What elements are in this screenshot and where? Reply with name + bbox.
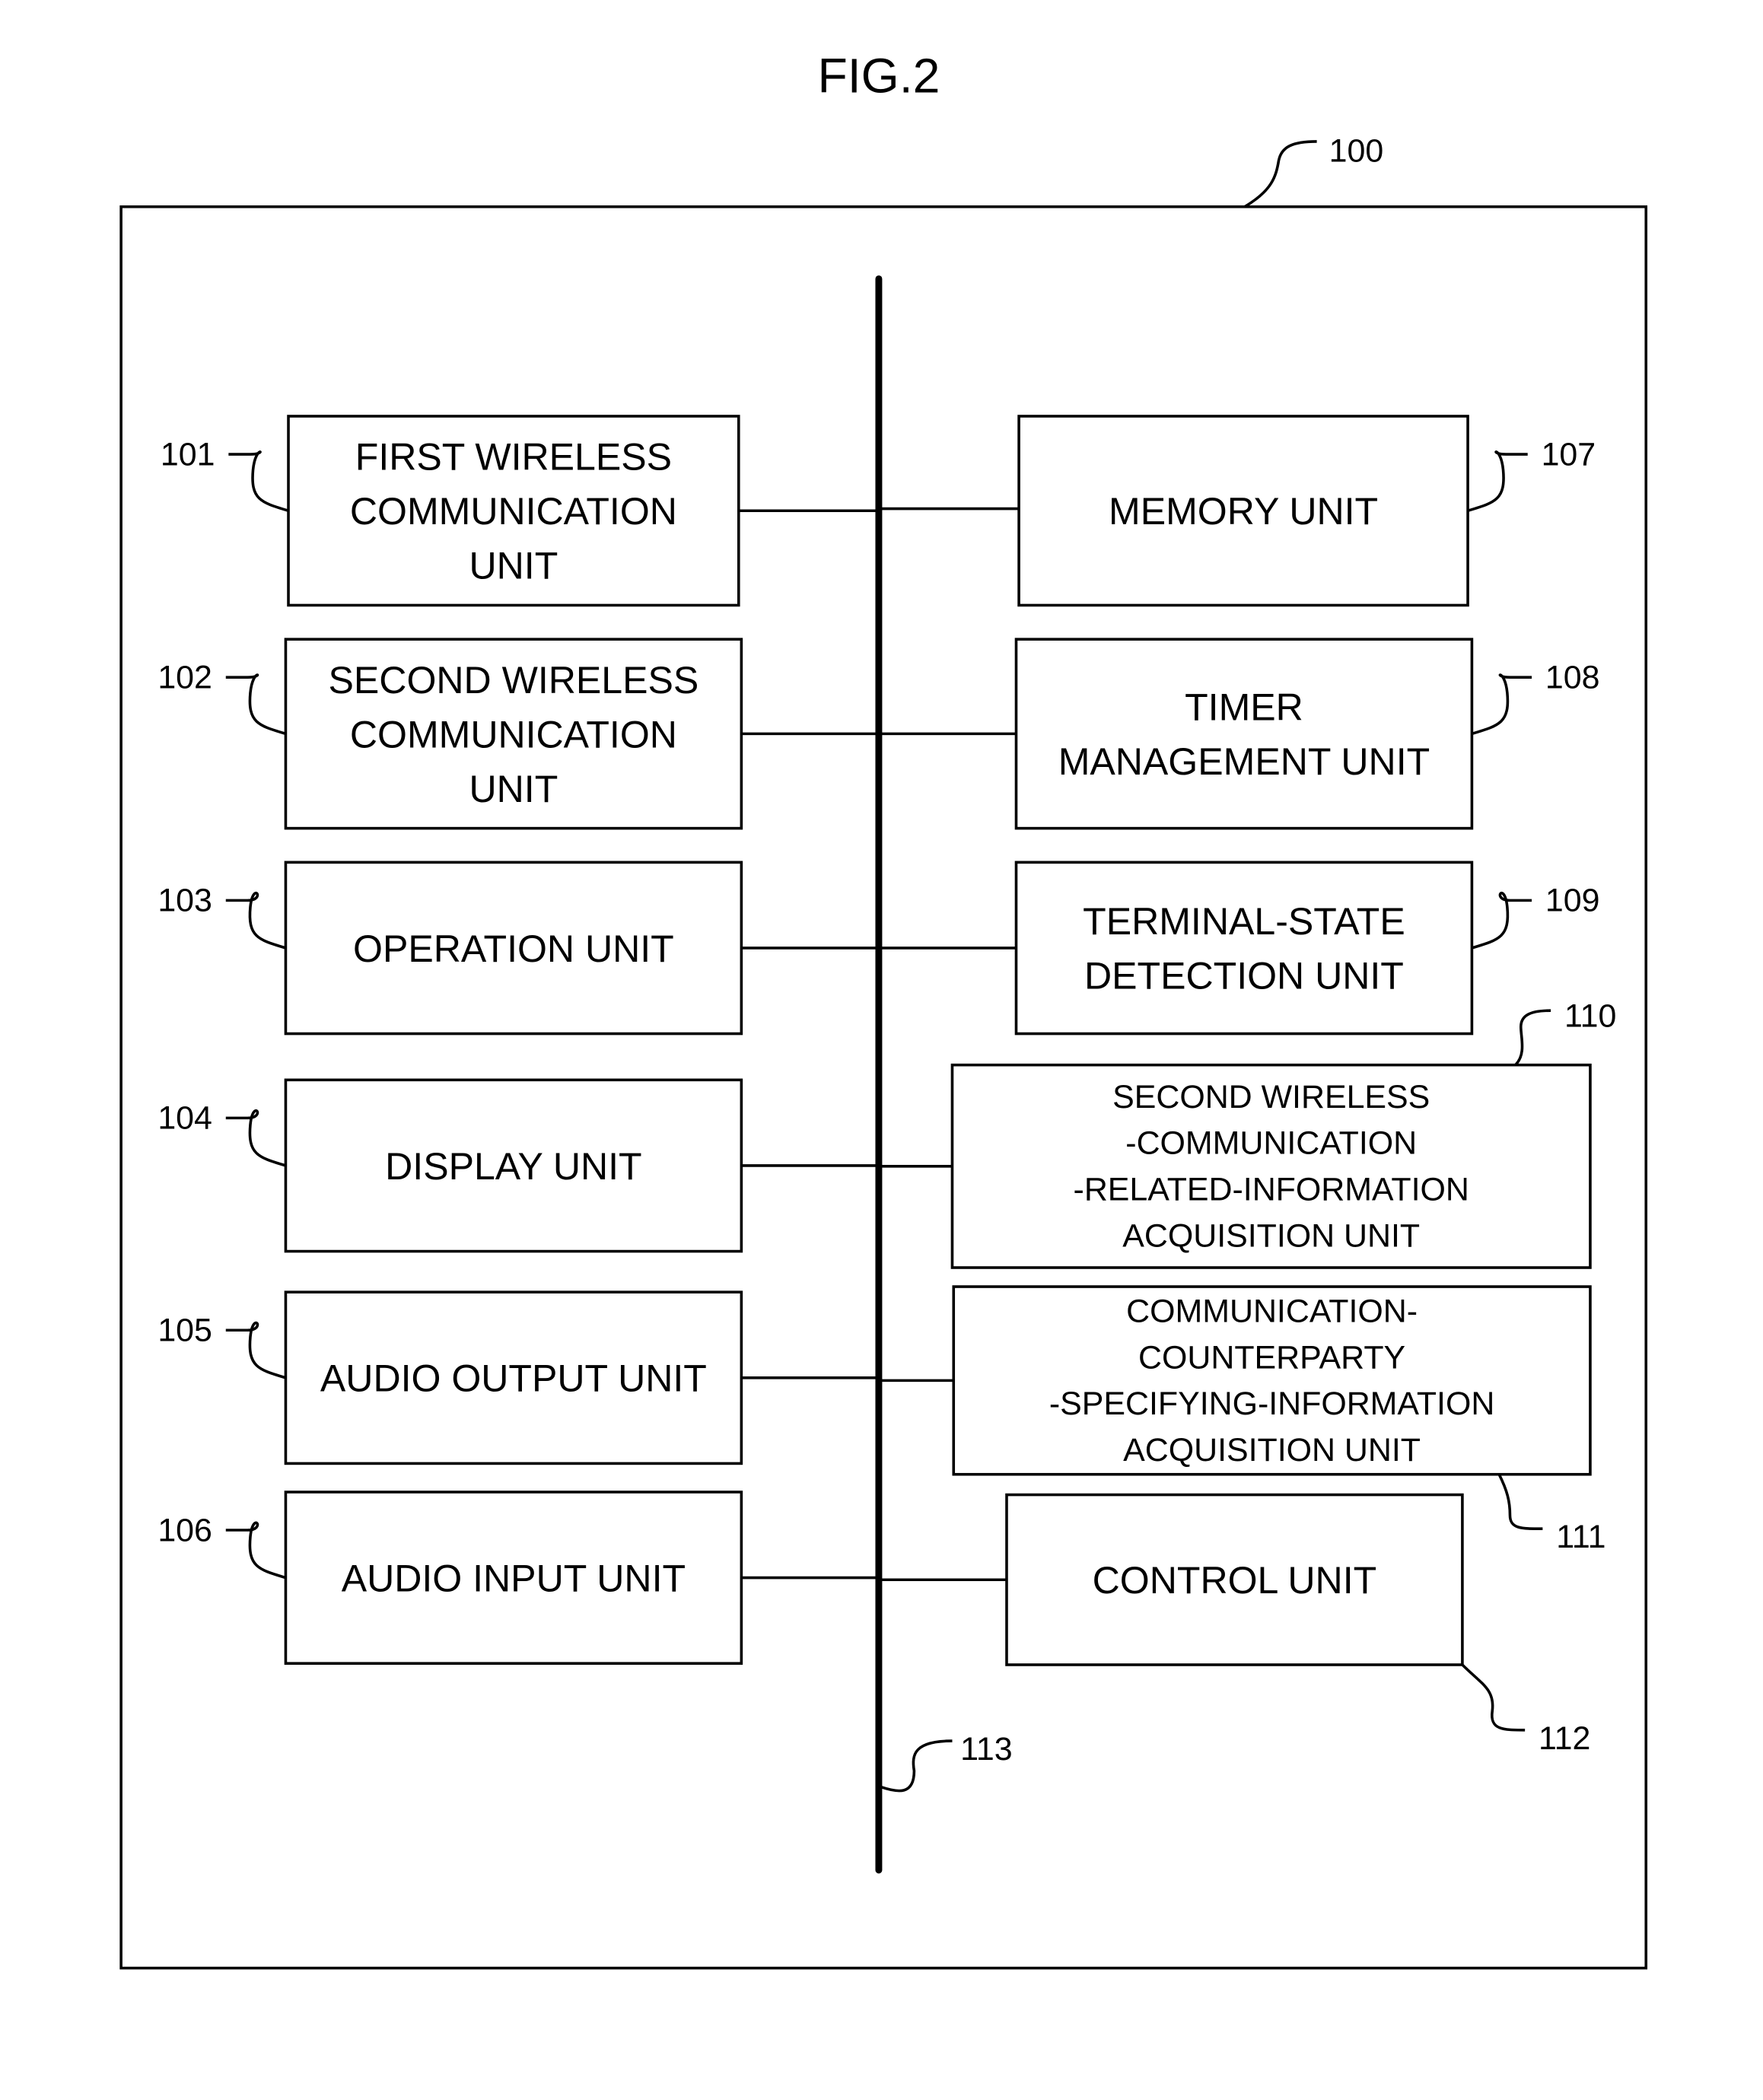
unit-label-line: SECOND WIRELESS xyxy=(1112,1079,1430,1115)
ref-label: 106 xyxy=(158,1512,212,1548)
ref-label: 101 xyxy=(161,436,215,473)
unit-label-line: DISPLAY UNIT xyxy=(385,1145,641,1188)
unit-label-line: UNIT xyxy=(469,768,558,810)
unit-label-line: -COMMUNICATION xyxy=(1125,1125,1417,1162)
unit-label-line: CONTROL UNIT xyxy=(1093,1559,1377,1602)
unit-box xyxy=(1014,861,1474,1036)
ref-label: 108 xyxy=(1545,660,1600,696)
unit-label-line: UNIT xyxy=(469,545,558,587)
device-ref-label: 100 xyxy=(1329,133,1384,170)
ref-label: 102 xyxy=(158,660,212,696)
ref-label: 110 xyxy=(1564,998,1616,1035)
unit-label-line: ACQUISITION UNIT xyxy=(1123,1432,1421,1468)
unit-label-line: AUDIO OUTPUT UNIT xyxy=(320,1357,707,1400)
ref-label: 104 xyxy=(158,1100,212,1137)
unit-label-line: AUDIO INPUT UNIT xyxy=(342,1557,686,1599)
ref-label: 109 xyxy=(1545,883,1600,919)
ref-label: 112 xyxy=(1539,1720,1590,1757)
unit-label-line: COUNTERPARTY xyxy=(1138,1339,1405,1376)
unit-label-line: FIRST WIRELESS xyxy=(355,436,672,479)
figure-title: FIG.2 xyxy=(817,49,940,103)
unit-label-line: TIMER xyxy=(1185,686,1303,729)
ref-label: 105 xyxy=(158,1312,212,1349)
ref-label: 107 xyxy=(1542,436,1596,473)
unit-label-line: DETECTION UNIT xyxy=(1084,955,1404,998)
unit-label-line: COMMUNICATION xyxy=(350,490,677,533)
bus-ref-label: 113 xyxy=(960,1731,1012,1768)
unit-label-line: ACQUISITION UNIT xyxy=(1122,1217,1420,1254)
unit-label-line: -RELATED-INFORMATION xyxy=(1074,1172,1469,1208)
unit-label-line: OPERATION UNIT xyxy=(353,928,674,970)
unit-label-line: MEMORY UNIT xyxy=(1109,490,1378,533)
ref-label: 103 xyxy=(158,883,212,919)
unit-label-line: TERMINAL-STATE xyxy=(1083,900,1405,943)
unit-label-line: MANAGEMENT UNIT xyxy=(1058,740,1430,783)
block-diagram: FIG.2 100 113 FIRST WIRELESS COMMUNICATIO… xyxy=(119,49,1648,1970)
unit-label-line: COMMUNICATION xyxy=(350,713,677,756)
device-ref-leader xyxy=(1243,140,1317,208)
ref-label: 111 xyxy=(1556,1519,1605,1555)
unit-box xyxy=(1014,638,1474,830)
unit-label-line: -SPECIFYING-INFORMATION xyxy=(1049,1386,1494,1422)
unit-label-line: COMMUNICATION- xyxy=(1126,1293,1418,1330)
unit-label-line: SECOND WIRELESS xyxy=(329,659,699,702)
